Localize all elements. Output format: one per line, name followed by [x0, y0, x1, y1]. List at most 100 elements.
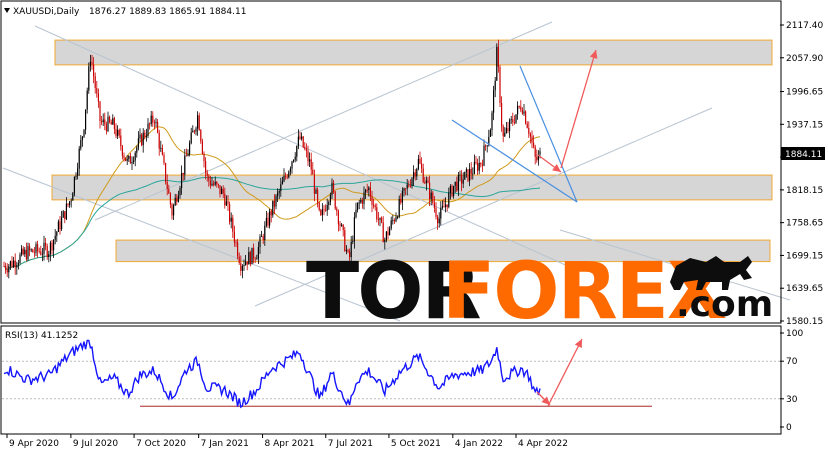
rsi-tick-label: 100 — [786, 329, 803, 339]
candle-body — [70, 200, 72, 202]
candle-body — [41, 253, 43, 255]
candle-body — [464, 171, 466, 180]
candle-body — [320, 209, 322, 216]
candle-body — [315, 189, 317, 194]
candle-body — [254, 258, 256, 260]
candle-body — [43, 242, 45, 254]
candle-body — [317, 189, 319, 203]
candle-body — [291, 161, 293, 169]
candle-body — [281, 181, 283, 185]
candle-body — [374, 205, 376, 208]
candle-body — [75, 175, 77, 177]
candle-body — [123, 155, 125, 158]
candle-body — [286, 176, 288, 178]
candle-body — [309, 159, 311, 162]
candle-body — [449, 185, 451, 193]
candle-body — [435, 207, 437, 217]
candle-body — [195, 128, 197, 132]
dropdown-triangle-icon — [4, 8, 10, 13]
candle-body — [331, 182, 333, 196]
candle-body — [126, 158, 128, 161]
candle-body — [115, 129, 117, 136]
candle-body — [301, 136, 303, 139]
candle-body — [389, 228, 391, 236]
candle-body — [377, 219, 379, 221]
candle-body — [294, 156, 296, 160]
candle-body — [233, 231, 235, 243]
candle-body — [478, 162, 480, 171]
candle-body — [384, 239, 386, 243]
candle-body — [323, 209, 325, 211]
candle-body — [419, 158, 421, 164]
candle-body — [136, 147, 138, 153]
candle-body — [46, 246, 48, 258]
candle-body — [24, 249, 26, 255]
candle-body — [165, 163, 167, 182]
candle-body — [267, 217, 269, 226]
candle-body — [403, 188, 405, 192]
candle-body — [326, 205, 328, 211]
candle-body — [272, 200, 274, 216]
candle-body — [80, 139, 82, 149]
candle-body — [91, 61, 93, 65]
candle-body — [237, 242, 239, 257]
candle-body — [494, 80, 496, 91]
candle-body — [262, 236, 264, 240]
candle-body — [33, 252, 35, 254]
symbol-label: XAUUSDi,Daily — [13, 7, 80, 17]
candle-body — [173, 205, 175, 216]
up-arrow — [560, 49, 597, 169]
candle-body — [78, 148, 80, 169]
candle-body — [5, 266, 7, 270]
candle-body — [253, 247, 255, 259]
candle-body — [427, 180, 429, 183]
candle-body — [365, 189, 367, 193]
candle-body — [101, 121, 103, 123]
candle-body — [382, 222, 384, 243]
candle-body — [421, 163, 423, 169]
candle-body — [241, 266, 243, 271]
price-tick-label: 1758.65 — [786, 219, 823, 229]
candle-body — [179, 188, 181, 196]
candle-body — [465, 169, 467, 172]
candle-body — [21, 248, 23, 255]
candle-body — [352, 241, 354, 243]
candle-body — [230, 217, 232, 222]
candle-body — [251, 247, 253, 265]
candle-body — [373, 204, 375, 206]
candle-body — [145, 135, 147, 137]
candle-body — [400, 198, 402, 203]
candle-body — [277, 192, 279, 196]
candle-body — [361, 199, 363, 204]
rsi-tick-label: 30 — [786, 395, 798, 405]
candle-body — [225, 201, 227, 206]
candle-body — [174, 197, 176, 206]
candle-body — [131, 161, 133, 164]
candle-body — [189, 143, 191, 155]
candle-body — [65, 203, 67, 220]
rsi-tick-label: 70 — [786, 357, 798, 367]
candle-body — [334, 191, 336, 209]
candle-body — [206, 172, 208, 176]
candle-body — [456, 181, 458, 191]
candle-body — [336, 208, 338, 212]
candle-body — [533, 142, 535, 147]
candle-body — [459, 174, 461, 176]
candle-body — [59, 221, 61, 230]
candle-body — [299, 136, 301, 139]
candle-body — [283, 175, 285, 182]
candle-body — [493, 90, 495, 113]
candle-body — [214, 181, 216, 185]
candle-body — [69, 201, 71, 206]
candle-body — [496, 46, 498, 81]
candle-body — [245, 261, 247, 266]
candle-body — [520, 106, 522, 110]
candle-body — [499, 66, 501, 104]
candle-body — [502, 126, 504, 137]
candle-body — [139, 134, 141, 139]
candle-body — [19, 254, 21, 264]
candle-body — [278, 191, 280, 193]
candle-body — [141, 134, 143, 146]
candle-body — [62, 211, 64, 218]
candle-body — [401, 191, 403, 203]
